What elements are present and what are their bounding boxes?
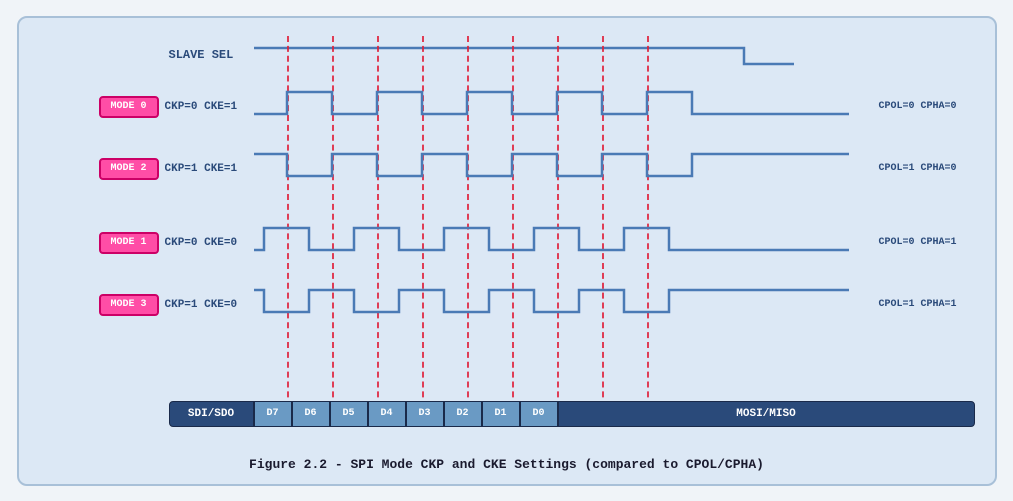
mode-0-row: MODE 0 CKP=0 CKE=1 xyxy=(99,96,255,118)
data-cell-d7: D7 xyxy=(254,401,292,427)
data-row: SDI/SDO D7 D6 D5 D4 D3 D2 D1 D0 MOSI/MIS… xyxy=(169,401,975,427)
mode-0-cpol: CPOL=0 CPHA=0 xyxy=(878,101,956,112)
mode-0-params: CKP=0 CKE=1 xyxy=(165,101,255,113)
mode-0-waveform xyxy=(254,84,849,124)
data-cell-d4: D4 xyxy=(368,401,406,427)
slave-sel-waveform xyxy=(254,44,849,72)
slave-sel-label: SLAVE SEL xyxy=(169,48,234,62)
data-cell-sdisdo: SDI/SDO xyxy=(169,401,254,427)
diagram-area: SLAVE SEL MODE 0 CKP=0 CKE=1 CPOL=0 C xyxy=(39,36,975,449)
mode-2-cpol: CPOL=1 CPHA=0 xyxy=(878,163,956,174)
mode-1-cpol: CPOL=0 CPHA=1 xyxy=(878,237,956,248)
data-cell-d0: D0 xyxy=(520,401,558,427)
mode-3-cpol: CPOL=1 CPHA=1 xyxy=(878,299,956,310)
mode-1-params: CKP=0 CKE=0 xyxy=(165,237,255,249)
data-cell-d2: D2 xyxy=(444,401,482,427)
mode-3-row: MODE 3 CKP=1 CKE=0 xyxy=(99,294,255,316)
mode-0-badge: MODE 0 xyxy=(99,96,159,118)
data-cell-d3: D3 xyxy=(406,401,444,427)
data-cell-mosimiso: MOSI/MISO xyxy=(558,401,975,427)
diagram-container: SLAVE SEL MODE 0 CKP=0 CKE=1 CPOL=0 C xyxy=(17,16,997,486)
mode-2-row: MODE 2 CKP=1 CKE=1 xyxy=(99,158,255,180)
mode-3-badge: MODE 3 xyxy=(99,294,159,316)
mode-1-row: MODE 1 CKP=0 CKE=0 xyxy=(99,232,255,254)
mode-1-waveform xyxy=(254,220,849,260)
mode-2-params: CKP=1 CKE=1 xyxy=(165,163,255,175)
data-cell-d5: D5 xyxy=(330,401,368,427)
data-cell-d1: D1 xyxy=(482,401,520,427)
mode-3-waveform xyxy=(254,282,849,322)
mode-2-badge: MODE 2 xyxy=(99,158,159,180)
mode-3-params: CKP=1 CKE=0 xyxy=(165,299,255,311)
mode-2-waveform xyxy=(254,146,849,186)
figure-caption: Figure 2.2 - SPI Mode CKP and CKE Settin… xyxy=(39,457,975,472)
data-cell-d6: D6 xyxy=(292,401,330,427)
mode-1-badge: MODE 1 xyxy=(99,232,159,254)
